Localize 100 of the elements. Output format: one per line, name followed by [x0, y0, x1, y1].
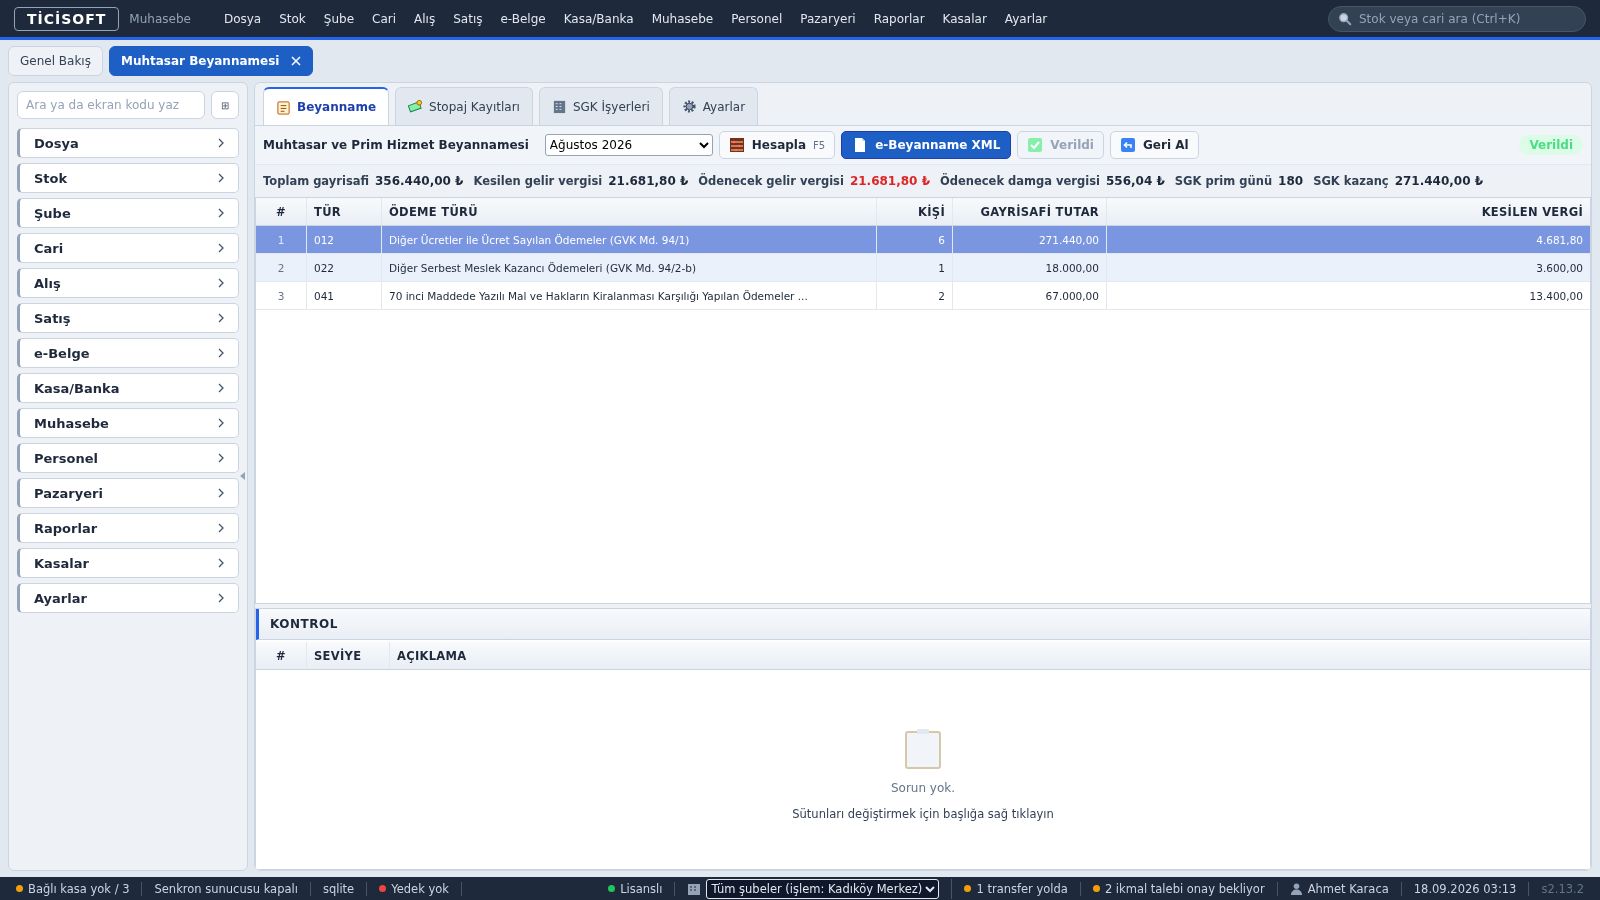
summary-value: 271.440,00 ₺: [1394, 174, 1484, 188]
chevron-right-icon: [218, 173, 224, 183]
sidebar-item[interactable]: Kasalar: [17, 548, 239, 578]
sidebar-item[interactable]: Raporlar: [17, 513, 239, 543]
menu-item[interactable]: Muhasebe: [642, 11, 723, 26]
toolbar-button[interactable]: Hesapla F5: [718, 131, 836, 159]
column-header[interactable]: TÜR: [307, 198, 382, 225]
user-name[interactable]: Ahmet Karaca: [1307, 881, 1389, 896]
empty-message: Sorun yok.: [890, 780, 956, 795]
column-header[interactable]: KİŞİ: [877, 198, 953, 225]
chevron-right-icon: [218, 138, 224, 148]
menu-item[interactable]: Şube: [314, 11, 364, 26]
hint-text: Sütunları değiştirmek için başlığa sağ tıklayın: [792, 806, 1054, 821]
status-text: 1 transfer yolda: [976, 881, 1068, 896]
panel-tab[interactable]: Beyanname: [263, 87, 390, 125]
menu-item[interactable]: Cari: [363, 11, 406, 26]
column-header[interactable]: GAYRİSAFİ TUTAR: [953, 198, 1107, 225]
user-icon: [1289, 882, 1303, 895]
column-header[interactable]: #: [256, 642, 307, 669]
summary-value: 21.681,80 ₺: [849, 174, 930, 188]
sidebar-item[interactable]: Ayarlar: [17, 583, 239, 613]
summary-value: 556,04 ₺: [1105, 174, 1165, 188]
summary-label: Toplam gayrisafi: [263, 174, 369, 188]
table-cell: 6: [877, 226, 953, 253]
sidebar-item[interactable]: Dosya: [17, 128, 239, 158]
close-icon[interactable]: [291, 56, 302, 66]
app-logo[interactable]: TİCİSOFT: [14, 6, 120, 31]
menu-item[interactable]: Stok: [270, 11, 315, 26]
table-cell: 1: [877, 254, 953, 281]
table-cell: Diğer Ücretler ile Ücret Sayılan Ödemeler (GVK Md. 94/1): [382, 226, 877, 253]
menu-item[interactable]: Raporlar: [864, 11, 934, 26]
status-text: Yedek yok: [391, 881, 449, 896]
table-cell: 022: [307, 254, 382, 281]
chevron-right-icon: [218, 558, 224, 568]
sidebar-item[interactable]: Cari: [17, 233, 239, 263]
table-cell: 67.000,00: [953, 282, 1107, 309]
menu-item[interactable]: Personel: [722, 11, 792, 26]
menu-item[interactable]: e-Belge: [491, 11, 555, 26]
chevron-right-icon: [218, 278, 224, 288]
table-cell-text: 4.681,80: [1535, 232, 1584, 248]
menu-item[interactable]: Pazaryeri: [791, 11, 865, 26]
summary-value: 21.681,80 ₺: [608, 174, 689, 188]
notepad-icon: [276, 99, 291, 115]
abacus-icon: [728, 137, 745, 153]
undo-icon: [1120, 137, 1136, 153]
status-badge: Verildi: [1519, 135, 1583, 155]
summary-value: 356.440,00 ₺: [375, 174, 464, 188]
branch-dropdown[interactable]: Tüm şubeler (işlem: Kadıköy Merkez): [706, 878, 940, 899]
document-tab[interactable]: Muhtasar Beyannamesi: [108, 46, 314, 76]
table-row[interactable]: 3 041 70 inci Maddede Yazılı Mal ve Hakların Kiralanması Karşılığı Yapılan Ödemeler ... 2 67.000,00 13.400,00: [256, 282, 1590, 310]
toolbar-button[interactable]: Geri Al: [1110, 131, 1199, 159]
status-text: 2 ikmal talebi onay bekliyor: [1104, 881, 1265, 896]
table-row[interactable]: 2 022 Diğer Serbest Meslek Kazancı Ödemeleri (GVK Md. 94/2-b) 1 18.000,00 3.600,00: [256, 254, 1590, 282]
table-cell: 041: [307, 282, 382, 309]
search-field[interactable]: Stok veya cari ara (Ctrl+K): [1328, 5, 1586, 32]
grid-button[interactable]: ⊞: [211, 91, 239, 119]
document-tab[interactable]: Genel Bakış: [8, 46, 103, 76]
chevron-right-icon: [218, 243, 224, 253]
toolbar-button[interactable]: e-Beyanname XML: [841, 131, 1012, 159]
table-cell: 2: [877, 282, 953, 309]
check-icon: [1027, 137, 1044, 153]
status-text: Bağlı kasa yok / 3: [28, 881, 130, 896]
date-time: 18.09.2026 03:13: [1413, 881, 1517, 896]
form-title: Muhtasar ve Prim Hizmet Beyannamesi: [263, 138, 529, 152]
column-header[interactable]: #: [256, 198, 307, 225]
chevron-right-icon: [218, 593, 224, 603]
panel-tab[interactable]: Ayarlar: [668, 87, 759, 125]
column-header[interactable]: SEVİYE: [307, 642, 390, 669]
table-cell: 3: [256, 282, 307, 309]
clipboard-icon: [905, 728, 941, 769]
sidebar-item[interactable]: Pazaryeri: [17, 478, 239, 508]
panel-tab[interactable]: Stopaj Kayıtları: [395, 87, 533, 125]
menu-item[interactable]: Dosya: [214, 11, 271, 26]
sidebar-item[interactable]: Satış: [17, 303, 239, 333]
sidebar-item[interactable]: Alış: [17, 268, 239, 298]
sidebar-item[interactable]: Muhasebe: [17, 408, 239, 438]
menu-item[interactable]: Ayarlar: [995, 11, 1057, 26]
column-header[interactable]: AÇIKLAMA: [390, 642, 1590, 669]
chevron-right-icon: [218, 208, 224, 218]
menu-item[interactable]: Alış: [405, 11, 445, 26]
menu-item[interactable]: Kasalar: [933, 11, 996, 26]
menu-item[interactable]: Satış: [444, 11, 492, 26]
summary-label: Ödenecek gelir vergisi: [698, 174, 844, 188]
column-header[interactable]: ÖDEME TÜRÜ: [382, 198, 877, 225]
sidebar-item[interactable]: Personel: [17, 443, 239, 473]
sidebar-item[interactable]: Stok: [17, 163, 239, 193]
sidebar-item[interactable]: Kasa/Banka: [17, 373, 239, 403]
sidebar-item[interactable]: Şube: [17, 198, 239, 228]
menu-item[interactable]: Kasa/Banka: [554, 11, 643, 26]
table-cell: 18.000,00: [953, 254, 1107, 281]
chevron-right-icon: [218, 348, 224, 358]
summary-label: Kesilen gelir vergisi: [473, 174, 603, 188]
table-cell-text: 3.600,00: [1535, 260, 1584, 276]
column-header[interactable]: KESİLEN VERGİ: [1107, 198, 1590, 225]
building-icon: [551, 99, 567, 114]
table-cell: Diğer Serbest Meslek Kazancı Ödemeleri (GVK Md. 94/2-b): [382, 254, 877, 281]
period-dropdown[interactable]: Ağustos 2026: [544, 134, 713, 156]
summary-label: Ödenecek damga vergisi: [940, 174, 1100, 188]
panel-tab[interactable]: SGK İşyerleri: [538, 87, 663, 125]
sidebar-item[interactable]: e-Belge: [17, 338, 239, 368]
